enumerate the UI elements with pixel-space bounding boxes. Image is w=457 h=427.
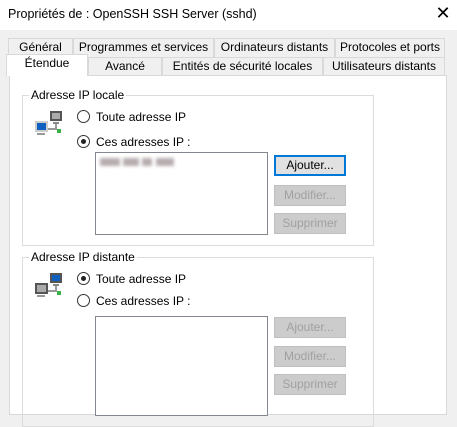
local-any-ip-label[interactable]: Toute adresse IP bbox=[96, 110, 186, 124]
network-computers-icon bbox=[35, 273, 62, 297]
remote-add-button[interactable]: Ajouter... bbox=[274, 317, 346, 338]
remote-any-ip-label[interactable]: Toute adresse IP bbox=[96, 272, 186, 286]
local-add-button[interactable]: Ajouter... bbox=[274, 155, 346, 176]
tab-remote-computers[interactable]: Ordinateurs distants bbox=[214, 38, 335, 57]
remote-remove-button[interactable]: Supprimer bbox=[274, 374, 346, 395]
local-these-ip-label[interactable]: Ces adresses IP : bbox=[96, 135, 191, 149]
redacted-ip bbox=[100, 158, 120, 166]
tab-protocols-ports[interactable]: Protocoles et ports bbox=[335, 38, 445, 57]
local-edit-button[interactable]: Modifier... bbox=[274, 185, 346, 206]
remote-any-ip-radio[interactable] bbox=[77, 272, 90, 285]
network-computers-icon bbox=[35, 111, 62, 135]
remote-ip-group-label: Adresse IP distante bbox=[29, 250, 137, 264]
redacted-ip bbox=[156, 158, 174, 166]
redacted-ip bbox=[142, 158, 152, 166]
tab-advanced[interactable]: Avancé bbox=[88, 57, 162, 76]
tab-remote-users[interactable]: Utilisateurs distants bbox=[323, 57, 445, 76]
tab-local-principals[interactable]: Entités de sécurité locales bbox=[162, 57, 323, 76]
local-ip-group-label: Adresse IP locale bbox=[29, 88, 127, 102]
tab-scope[interactable]: Étendue bbox=[6, 54, 88, 76]
local-remove-button[interactable]: Supprimer bbox=[274, 213, 346, 234]
local-any-ip-radio[interactable] bbox=[77, 110, 90, 123]
close-icon[interactable]: ✕ bbox=[432, 3, 454, 24]
title-bar: Propriétés de : OpenSSH SSH Server (sshd… bbox=[0, 0, 457, 30]
remote-these-ip-label[interactable]: Ces adresses IP : bbox=[96, 294, 191, 308]
remote-these-ip-radio[interactable] bbox=[77, 294, 90, 307]
local-ip-list[interactable] bbox=[95, 152, 268, 235]
window-title: Propriétés de : OpenSSH SSH Server (sshd… bbox=[8, 7, 257, 21]
local-these-ip-radio[interactable] bbox=[77, 135, 90, 148]
redacted-ip bbox=[123, 158, 139, 166]
remote-edit-button[interactable]: Modifier... bbox=[274, 346, 346, 367]
tab-programs-services[interactable]: Programmes et services bbox=[73, 38, 214, 57]
remote-ip-list[interactable] bbox=[95, 316, 268, 416]
